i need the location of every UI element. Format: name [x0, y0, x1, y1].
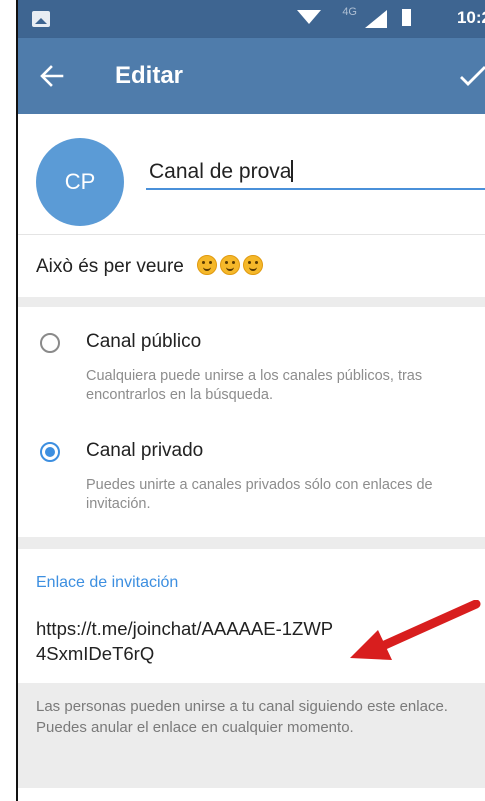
invite-link-info: Las personas pueden unirse a tu canal si… [18, 683, 485, 788]
section-gap [18, 297, 485, 307]
text-caret [291, 160, 294, 182]
smile-emoji-icon [220, 255, 241, 275]
invite-link-info-text: Las personas pueden unirse a tu canal si… [36, 698, 448, 736]
red-arrow-annotation [350, 600, 481, 660]
app-bar: Editar [18, 38, 485, 114]
option-description: Puedes unirte a canales privados sólo co… [86, 477, 433, 512]
signal-icon [365, 10, 387, 28]
channel-name-input[interactable]: Canal de prova [146, 154, 485, 190]
phone-screen: 4G 10:2 Editar CP Canal de prova Això és… [16, 0, 485, 801]
network-type-label: 4G [342, 6, 357, 18]
smile-emoji-icon [197, 255, 218, 275]
channel-header: CP Canal de prova [18, 114, 485, 234]
option-label: Canal público [86, 331, 202, 352]
invite-link-value[interactable]: https://t.me/joinchat/AAAAAE-1ZWP4SxmIDe… [36, 616, 336, 666]
smile-emoji-icon [243, 255, 264, 275]
invite-link-header: Enlace de invitación [36, 574, 179, 591]
section-gap [18, 537, 485, 549]
option-description: Cualquiera puede unirse a los canales pú… [86, 368, 423, 403]
status-clock: 10:2 [456, 8, 485, 27]
description-text-row: Això és per veure [36, 255, 264, 278]
check-icon[interactable] [457, 62, 485, 90]
radio-checked-icon[interactable] [40, 442, 60, 462]
radio-unchecked-icon[interactable] [40, 333, 60, 353]
bottom-strip [18, 788, 485, 801]
description-field[interactable]: Això és per veure [18, 235, 485, 297]
back-arrow-icon[interactable] [38, 62, 66, 90]
status-bar: 4G 10:2 [18, 0, 485, 38]
wifi-icon [297, 10, 321, 24]
image-icon [32, 11, 50, 27]
battery-icon [402, 9, 411, 26]
channel-avatar[interactable]: CP [36, 138, 124, 226]
channel-name-value: Canal de prova [149, 160, 292, 183]
page-title: Editar [115, 62, 184, 89]
option-public-channel[interactable]: Canal público Cualquiera puede unirse a … [18, 327, 485, 417]
description-text: Això és per veure [36, 256, 184, 277]
option-label: Canal privado [86, 440, 204, 461]
channel-type-section: Canal público Cualquiera puede unirse a … [18, 307, 485, 537]
option-private-channel[interactable]: Canal privado Puedes unirte a canales pr… [18, 435, 485, 530]
